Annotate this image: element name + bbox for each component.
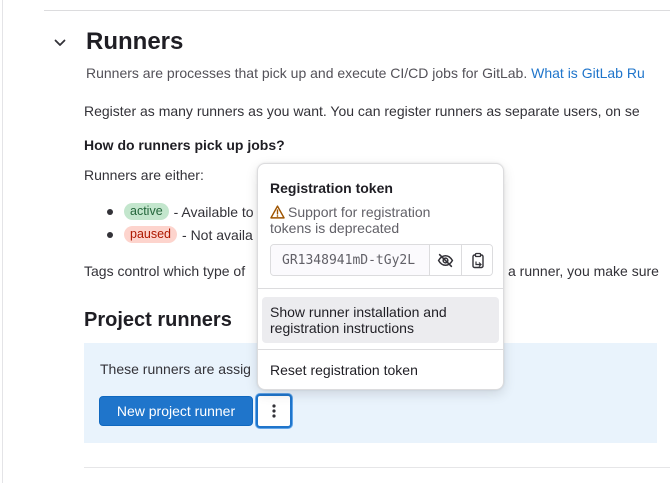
top-divider	[44, 10, 670, 11]
dropdown-divider	[258, 349, 503, 350]
registration-token-dropdown: Registration token Support for registrat…	[257, 163, 504, 390]
left-border	[2, 0, 3, 483]
section-description: Runners are processes that pick up and e…	[86, 65, 645, 81]
section-title: Runners	[86, 28, 184, 55]
register-text: Register as many runners as you want. Yo…	[84, 103, 640, 119]
list-item: active - Available to	[107, 203, 254, 220]
either-text: Runners are either:	[84, 167, 204, 183]
section-description-text: Runners are processes that pick up and e…	[86, 65, 528, 81]
bottom-divider	[84, 467, 670, 468]
deprecation-warning: Support for registration tokens is depre…	[270, 204, 470, 236]
bullet-dot	[107, 231, 113, 238]
warning-icon	[270, 205, 285, 219]
panel-text: These runners are assig	[100, 361, 251, 377]
registration-token-field[interactable]	[271, 245, 429, 275]
list-item-text: - Available to	[173, 203, 254, 220]
new-project-runner-button[interactable]: New project runner	[99, 396, 253, 426]
show-instructions-menu-item[interactable]: Show runner installation and registratio…	[262, 297, 499, 343]
tags-text-end: a runner, you make sure	[508, 263, 659, 279]
token-field-group	[270, 244, 493, 276]
project-runners-heading: Project runners	[84, 309, 232, 331]
list-item-text: - Not availa	[182, 226, 253, 243]
bullet-dot	[107, 208, 113, 215]
help-link[interactable]: What is GitLab Ru	[531, 65, 645, 81]
status-badge: active	[124, 203, 169, 220]
tags-text: Tags control which type of	[84, 263, 246, 279]
toggle-token-visibility-button[interactable]	[429, 245, 461, 275]
page: Runners Runners are processes that pick …	[0, 0, 670, 483]
copy-token-button[interactable]	[461, 245, 492, 275]
eye-slash-icon	[437, 253, 454, 267]
status-badge: paused	[124, 226, 178, 243]
pickup-heading: How do runners pick up jobs?	[84, 137, 285, 153]
ellipsis-v-icon	[272, 404, 276, 418]
chevron-down-icon[interactable]	[52, 35, 68, 51]
reset-token-menu-item[interactable]: Reset registration token	[262, 355, 499, 385]
clipboard-icon	[471, 252, 484, 268]
more-actions-button[interactable]	[256, 394, 292, 428]
dropdown-divider	[258, 288, 503, 289]
dropdown-title: Registration token	[270, 180, 393, 196]
warning-text: Support for registration tokens is depre…	[270, 204, 431, 236]
list-item: paused - Not availa	[107, 226, 253, 243]
